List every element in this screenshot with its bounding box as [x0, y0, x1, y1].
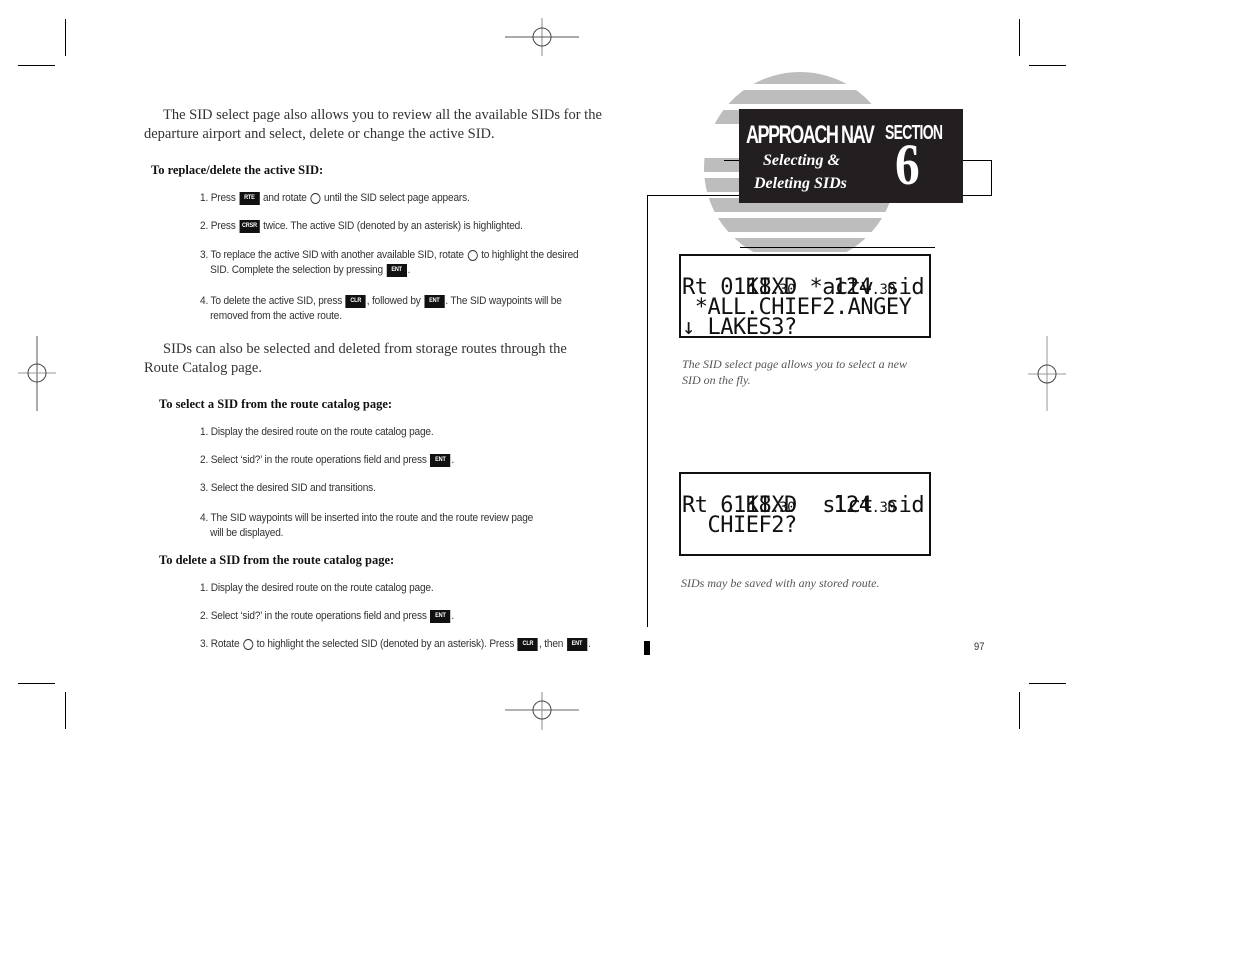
lcd-sid-option-line: CHIEF2?	[682, 513, 797, 538]
crop-mark	[1029, 65, 1066, 66]
frame-line	[991, 160, 992, 196]
rte-key-icon: RTE	[239, 191, 260, 205]
replace-step-1: 1. Press RTE and rotate until the SID se…	[200, 191, 470, 206]
registration-mark-icon	[505, 692, 579, 730]
banner-section-number: 6	[895, 132, 920, 197]
replace-step-3: 3. To replace the active SID with anothe…	[200, 248, 579, 278]
registration-mark-icon	[1028, 336, 1066, 411]
section-banner: APPROACH NAV Selecting & Deleting SIDs S…	[739, 109, 963, 203]
step-text: .	[451, 610, 455, 622]
banner-subtitle-2: Deleting SIDs	[754, 175, 847, 192]
step-text: 3. To replace the active SID with anothe…	[200, 249, 467, 261]
step-text: twice. The active SID (denoted by an ast…	[260, 220, 523, 232]
banner-title: APPROACH NAV	[746, 121, 875, 149]
delete-step-1: 1. Display the desired route on the rout…	[200, 581, 434, 596]
rotary-knob-icon	[310, 192, 321, 204]
step-text: 3. Select the desired SID and transition…	[200, 482, 376, 494]
frame-line	[960, 160, 992, 161]
step-text: . The SID waypoints will be	[445, 295, 562, 307]
registration-mark-icon	[505, 18, 579, 56]
step-text: to highlight the selected SID (denoted b…	[254, 638, 517, 650]
step-text: 2. Select ‘sid?’ in the route operations…	[200, 610, 430, 622]
crop-mark	[65, 692, 66, 729]
step-text: removed from the active route.	[210, 310, 342, 322]
frame-line	[740, 247, 935, 248]
down-arrow-icon: ↓	[733, 553, 759, 554]
select-step-1: 1. Display the desired route on the rout…	[200, 425, 434, 440]
ent-key-icon: ENT	[566, 637, 588, 651]
intro-text: The SID select page also allows you to r…	[144, 107, 602, 142]
ent-key-icon: ENT	[430, 453, 451, 467]
crop-mark	[1019, 19, 1020, 56]
heading-replace-sid: To replace/delete the active SID:	[151, 163, 324, 177]
step-text: 4. To delete the active SID, press	[200, 295, 345, 307]
rotary-knob-icon	[467, 249, 478, 261]
heading-select-sid: To select a SID from the route catalog p…	[159, 397, 393, 411]
step-text: to highlight the desired	[478, 249, 579, 261]
crop-mark	[65, 19, 66, 56]
ent-key-icon: ENT	[430, 609, 451, 623]
lcd-sid-select-page: 118.30 124.30 Rt 0 KIXD *actv sid *ALL.C…	[679, 254, 931, 338]
step-text: , followed by	[366, 295, 424, 307]
mid-paragraph: SIDs can also be selected and deleted fr…	[144, 340, 584, 378]
registration-mark-icon	[18, 336, 56, 411]
replace-step-2: 2. Press CRSR twice. The active SID (den…	[200, 219, 523, 234]
step-text: 1. Display the desired route on the rout…	[200, 426, 434, 438]
select-step-2: 2. Select ‘sid?’ in the route operations…	[200, 453, 454, 468]
ent-key-icon: ENT	[386, 263, 407, 277]
clr-key-icon: CLR	[517, 637, 539, 651]
lcd-highlighted-sid-line: ↓ LAKES3?	[682, 536, 929, 554]
select-step-3: 3. Select the desired SID and transition…	[200, 481, 376, 496]
intro-paragraph: The SID select page also allows you to r…	[144, 106, 604, 144]
step-text: until the SID select page appears.	[321, 192, 470, 204]
crsr-key-icon: CRSR	[239, 219, 260, 233]
frame-line	[647, 195, 648, 627]
step-text: 1. Display the desired route on the rout…	[200, 582, 434, 594]
page-number: 97	[974, 641, 985, 653]
step-text: .	[587, 638, 591, 650]
crop-mark	[1029, 683, 1066, 684]
lcd-route-catalog-sid: 118.30 124.30 Rt 6 KIXD slct sid CHIEF2?…	[679, 472, 931, 556]
heading-delete-sid: To delete a SID from the route catalog p…	[159, 553, 395, 567]
step-text: SID. Complete the selection by pressing	[210, 264, 386, 276]
clr-key-icon: CLR	[345, 294, 366, 308]
step-text: 3. Rotate	[200, 638, 243, 650]
step-text: will be displayed.	[210, 527, 284, 539]
crop-mark	[1019, 692, 1020, 729]
crop-mark	[18, 683, 55, 684]
frame-line	[647, 195, 742, 196]
mid-text: SIDs can also be selected and deleted fr…	[144, 341, 567, 376]
delete-step-3: 3. Rotate to highlight the selected SID …	[200, 637, 591, 652]
step-text: .	[451, 454, 455, 466]
ent-key-icon: ENT	[424, 294, 445, 308]
caption-sid-select: The SID select page allows you to select…	[682, 357, 907, 387]
frame-line	[960, 195, 992, 196]
step-text: 2. Select ‘sid?’ in the route operations…	[200, 454, 430, 466]
step-text: , then	[539, 638, 566, 650]
rotary-knob-icon	[242, 638, 254, 650]
banner-subtitle-1: Selecting &	[763, 152, 840, 169]
crop-mark	[18, 65, 55, 66]
step-text: .	[407, 264, 411, 276]
step-text: and rotate	[260, 192, 310, 204]
step-text: 2. Press	[200, 220, 239, 232]
delete-step-2: 2. Select ‘sid?’ in the route operations…	[200, 609, 454, 624]
caption-sids-saved: SIDs may be saved with any stored route.	[681, 576, 880, 590]
step-text: 1. Press	[200, 192, 239, 204]
step-text: 4. The SID waypoints will be inserted in…	[200, 512, 534, 524]
lcd-sid-option-line: ↓ LAKES3?	[682, 315, 797, 338]
replace-step-4: 4. To delete the active SID, press CLR, …	[200, 294, 562, 324]
select-step-4: 4. The SID waypoints will be inserted in…	[200, 511, 533, 541]
page-marker	[644, 641, 650, 655]
